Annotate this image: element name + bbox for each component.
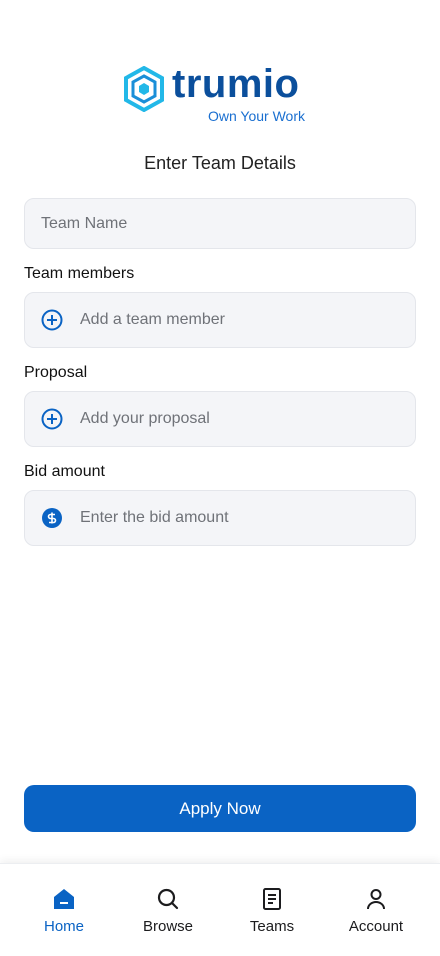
plus-circle-icon[interactable] [41, 309, 63, 331]
bid-amount-input[interactable] [80, 509, 415, 527]
bid-amount-field[interactable] [24, 490, 416, 546]
team-name-field[interactable] [24, 198, 416, 249]
tab-teams-label: Teams [249, 918, 295, 935]
bottom-tab-bar: Home Browse Teams Account [0, 863, 440, 956]
tab-browse[interactable]: Browse [116, 864, 220, 956]
user-icon [367, 889, 385, 910]
proposal-field[interactable] [24, 391, 416, 447]
tab-account-label: Account [348, 918, 404, 935]
search-icon [157, 888, 179, 910]
team-name-input[interactable] [41, 214, 415, 233]
dollar-circle-icon [42, 508, 62, 528]
proposal-label: Proposal [24, 364, 88, 381]
team-members-field[interactable] [24, 292, 416, 348]
apply-now-button[interactable]: Apply Now [24, 785, 416, 832]
trumio-logo: trumio Own Your Work [122, 62, 322, 126]
tab-home-label: Home [43, 918, 84, 935]
document-icon [263, 888, 281, 910]
trumio-logo-icon [124, 66, 164, 112]
bid-amount-label: Bid amount [24, 463, 105, 480]
tab-account[interactable]: Account [324, 864, 428, 956]
brand-name: trumio [172, 62, 300, 106]
team-member-input[interactable] [80, 311, 415, 329]
tab-home[interactable]: Home [12, 864, 116, 956]
plus-circle-icon[interactable] [41, 408, 63, 430]
tab-teams[interactable]: Teams [220, 864, 324, 956]
home-icon [54, 889, 74, 909]
tab-browse-label: Browse [142, 918, 194, 935]
page-title: Enter Team Details [144, 153, 296, 173]
team-members-label: Team members [24, 265, 135, 282]
brand-tagline: Own Your Work [208, 108, 306, 124]
proposal-input[interactable] [80, 410, 415, 428]
